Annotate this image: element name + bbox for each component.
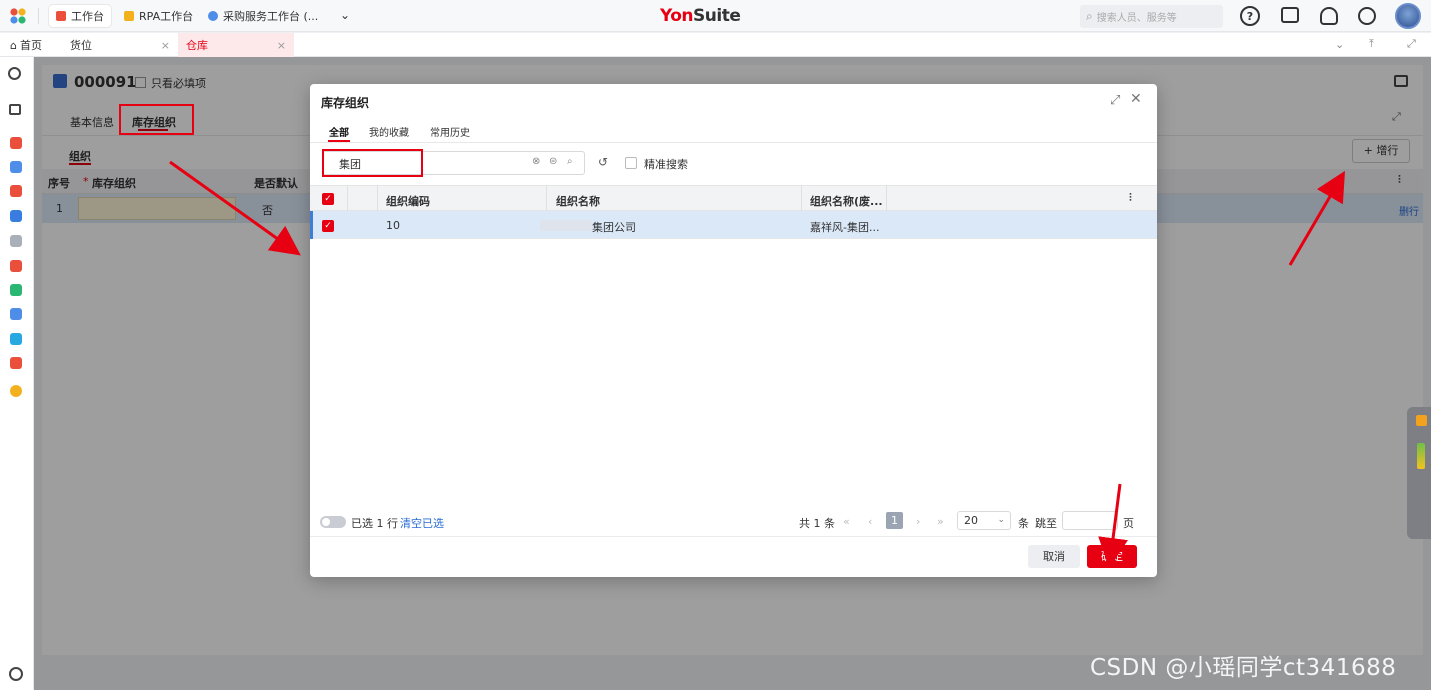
arrow-to-add-row: [1288, 170, 1346, 266]
arrow-to-dialog: [169, 160, 301, 256]
watermark: CSDN @小瑶同学ct341688: [1090, 655, 1397, 681]
network-monitor-widget: [1407, 407, 1431, 539]
alert-icon: [1416, 415, 1427, 426]
arrow-to-confirm: [1098, 483, 1128, 568]
annotation-arrows: [169, 160, 1346, 568]
